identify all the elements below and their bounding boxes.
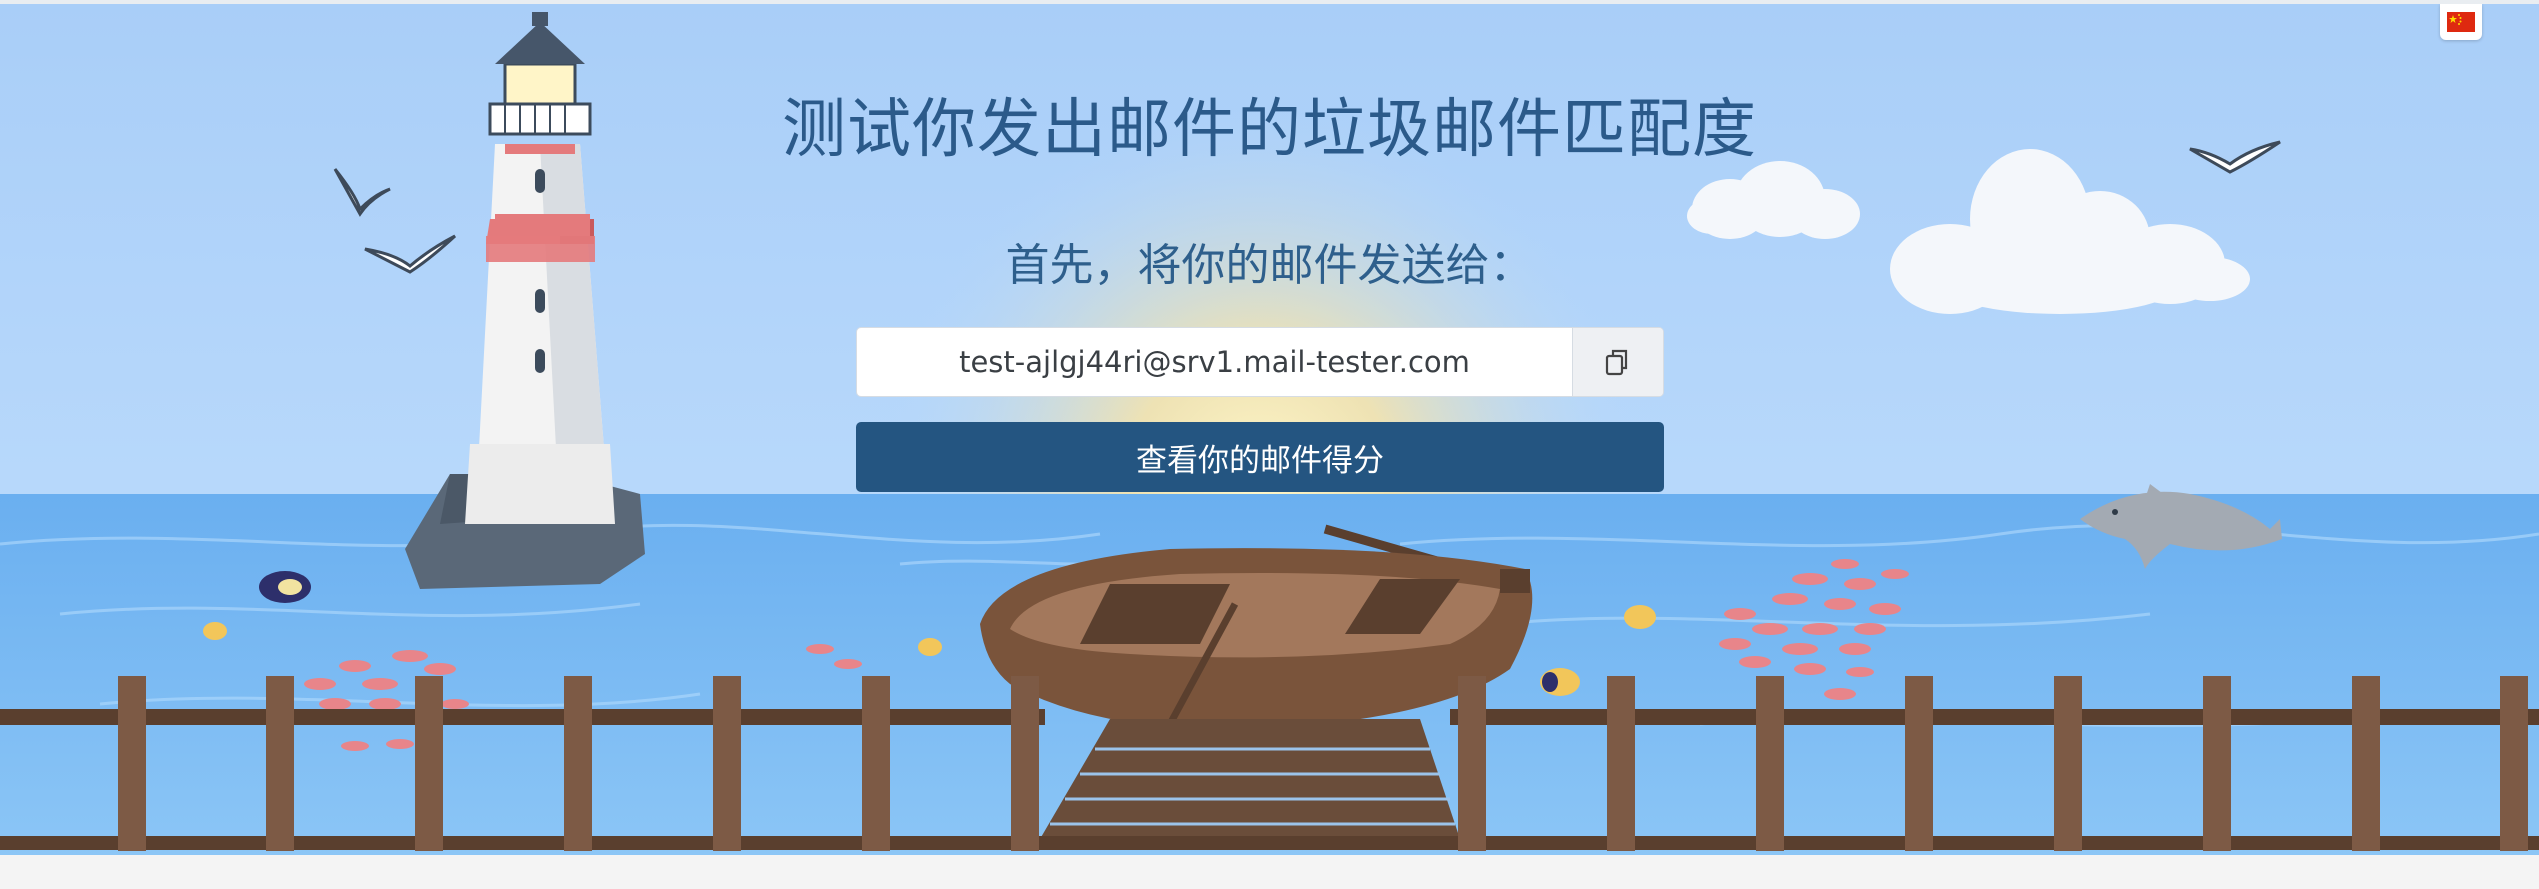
email-copy-group: test-ajlgj44ri@srv1.mail-tester.com bbox=[856, 327, 1664, 397]
page-title: 测试你发出邮件的垃圾邮件匹配度 bbox=[782, 93, 1757, 167]
send-instruction: 首先，将你的邮件发送给： bbox=[1005, 240, 1534, 291]
copy-button[interactable] bbox=[1572, 328, 1663, 396]
china-flag-icon bbox=[2447, 12, 2475, 32]
test-email-address-field[interactable]: test-ajlgj44ri@srv1.mail-tester.com bbox=[857, 328, 1572, 396]
cloud-small bbox=[1687, 161, 1860, 239]
page-bottom-area bbox=[0, 855, 2539, 889]
copy-icon bbox=[1605, 349, 1628, 376]
check-score-button[interactable]: 查看你的邮件得分 bbox=[856, 422, 1664, 492]
language-selector[interactable] bbox=[2440, 4, 2482, 40]
hero-banner: 测试你发出邮件的垃圾邮件匹配度 首先，将你的邮件发送给： test-ajlgj4… bbox=[0, 0, 2539, 855]
pier bbox=[1040, 719, 1460, 839]
